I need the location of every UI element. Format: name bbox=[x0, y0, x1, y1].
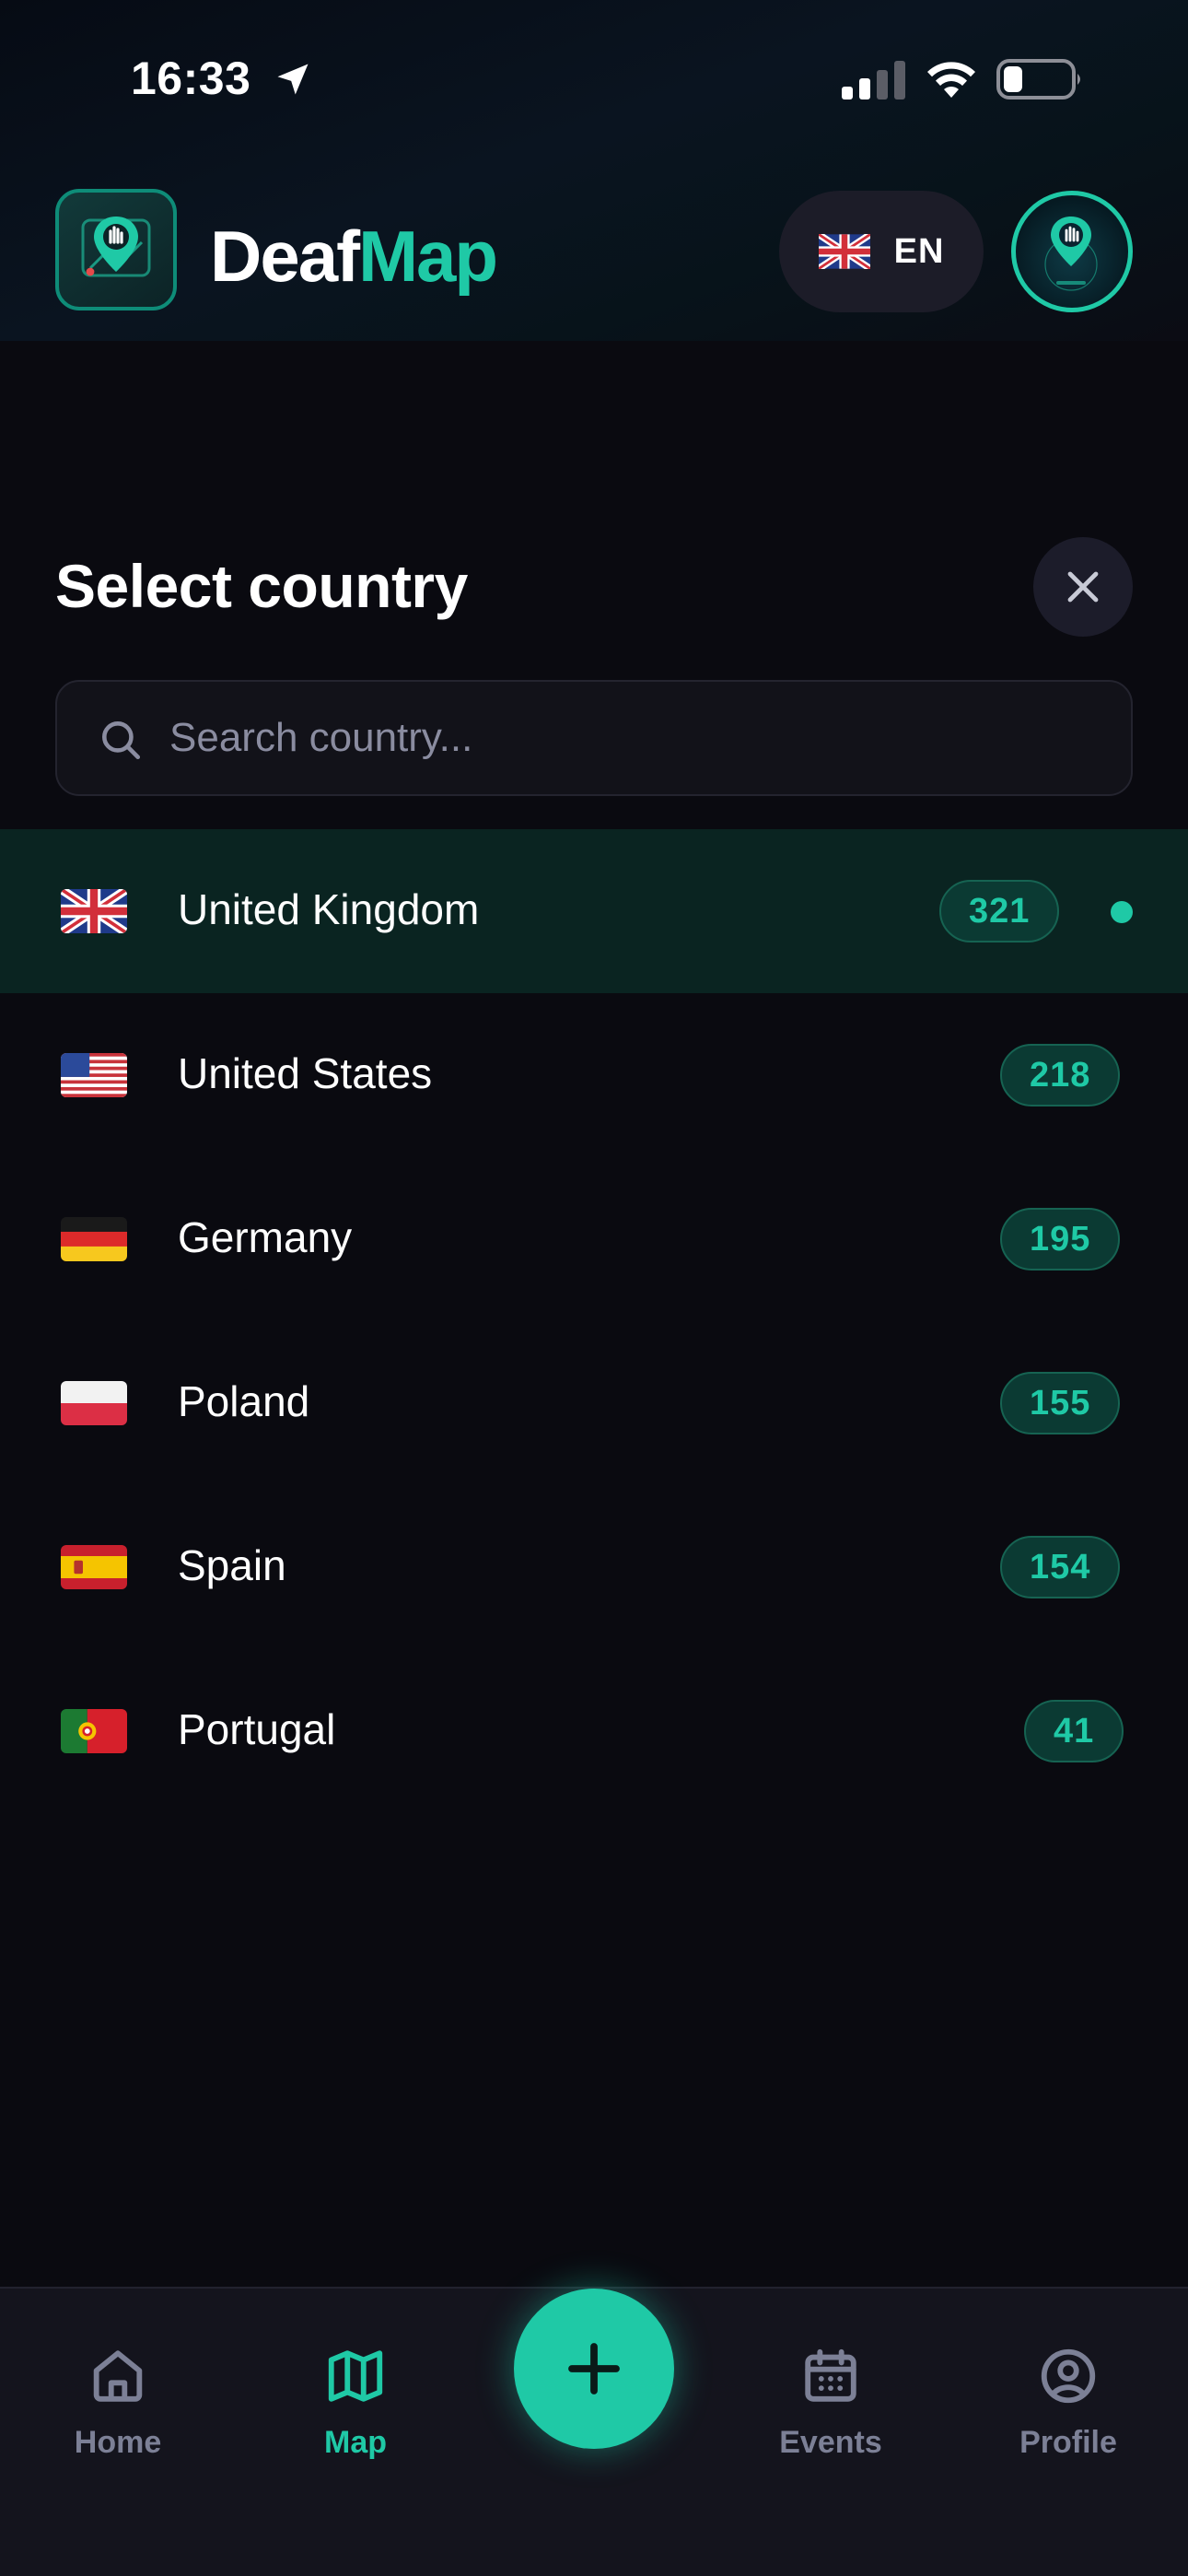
brand-part-2: Map bbox=[358, 216, 498, 297]
brand-part-1: Deaf bbox=[210, 216, 360, 297]
tab-label: Profile bbox=[1019, 2425, 1117, 2460]
country-row-spain[interactable]: Spain 154 bbox=[0, 1485, 1188, 1649]
country-name: United States bbox=[178, 1049, 433, 1097]
country-count-badge: 155 bbox=[1000, 1372, 1121, 1434]
poland-flag-icon bbox=[61, 1381, 127, 1425]
tab-label: Map bbox=[324, 2425, 387, 2460]
language-code: EN bbox=[893, 231, 945, 271]
germany-flag-icon bbox=[61, 1217, 127, 1261]
brand-name: DeafMap bbox=[210, 215, 498, 299]
tab-label: Events bbox=[779, 2425, 882, 2460]
country-name: Portugal bbox=[178, 1705, 336, 1753]
deafmap-logo-icon bbox=[81, 217, 151, 277]
close-icon bbox=[1067, 571, 1099, 603]
app-logo bbox=[55, 189, 177, 310]
wifi-icon bbox=[927, 62, 975, 98]
country-row-united-kingdom[interactable]: United Kingdom 321 bbox=[0, 829, 1188, 993]
top-area: 16:33 DeafMap EN bbox=[0, 0, 1188, 341]
country-count-badge: 321 bbox=[939, 880, 1060, 943]
country-row-united-states[interactable]: United States 218 bbox=[0, 993, 1188, 1157]
us-flag-icon bbox=[61, 1053, 127, 1097]
map-icon bbox=[328, 2350, 383, 2402]
avatar-logo-icon bbox=[1044, 217, 1098, 291]
spain-flag-icon bbox=[61, 1545, 127, 1589]
status-bar: 16:33 bbox=[0, 0, 1188, 157]
home-icon bbox=[93, 2350, 143, 2402]
country-count-badge: 195 bbox=[1000, 1208, 1121, 1270]
tab-profile[interactable]: Profile bbox=[976, 2344, 1160, 2491]
close-button[interactable] bbox=[1033, 537, 1133, 637]
status-time: 16:33 bbox=[131, 53, 251, 104]
country-row-portugal[interactable]: Portugal 41 bbox=[0, 1649, 1188, 1813]
add-button[interactable] bbox=[514, 2289, 674, 2449]
country-name: United Kingdom bbox=[178, 885, 480, 933]
screen: 16:33 DeafMap EN Select country Search c… bbox=[0, 0, 1188, 2576]
selected-indicator bbox=[1111, 901, 1133, 923]
country-row-poland[interactable]: Poland 155 bbox=[0, 1321, 1188, 1485]
location-arrow-icon bbox=[277, 64, 309, 95]
country-count-badge: 41 bbox=[1024, 1700, 1124, 1762]
country-count-badge: 218 bbox=[1000, 1044, 1121, 1107]
app-header: DeafMap EN bbox=[0, 189, 1188, 313]
language-selector-button[interactable]: EN bbox=[779, 191, 984, 312]
user-circle-icon bbox=[1041, 2348, 1096, 2404]
country-count-badge: 154 bbox=[1000, 1536, 1121, 1598]
uk-flag-icon bbox=[818, 234, 870, 269]
tab-events[interactable]: Events bbox=[739, 2344, 923, 2491]
user-avatar[interactable] bbox=[1011, 191, 1133, 312]
country-name: Spain bbox=[178, 1541, 286, 1589]
calendar-icon bbox=[805, 2348, 856, 2402]
uk-flag-icon bbox=[61, 889, 127, 933]
search-input[interactable] bbox=[169, 682, 1090, 794]
search-icon bbox=[102, 721, 141, 760]
search-box[interactable] bbox=[55, 680, 1133, 796]
tab-map[interactable]: Map bbox=[263, 2344, 448, 2491]
battery-icon bbox=[996, 59, 1080, 100]
tab-label: Home bbox=[74, 2425, 162, 2460]
cellular-signal-icon bbox=[842, 61, 905, 100]
tab-home[interactable]: Home bbox=[26, 2344, 210, 2491]
portugal-flag-icon bbox=[61, 1709, 127, 1753]
country-name: Germany bbox=[178, 1213, 353, 1261]
sheet-title: Select country bbox=[55, 552, 468, 620]
country-list: United Kingdom 321 United States 218 Ger… bbox=[0, 829, 1188, 1813]
country-name: Poland bbox=[178, 1377, 310, 1425]
plus-icon bbox=[568, 2343, 620, 2395]
country-row-germany[interactable]: Germany 195 bbox=[0, 1157, 1188, 1321]
